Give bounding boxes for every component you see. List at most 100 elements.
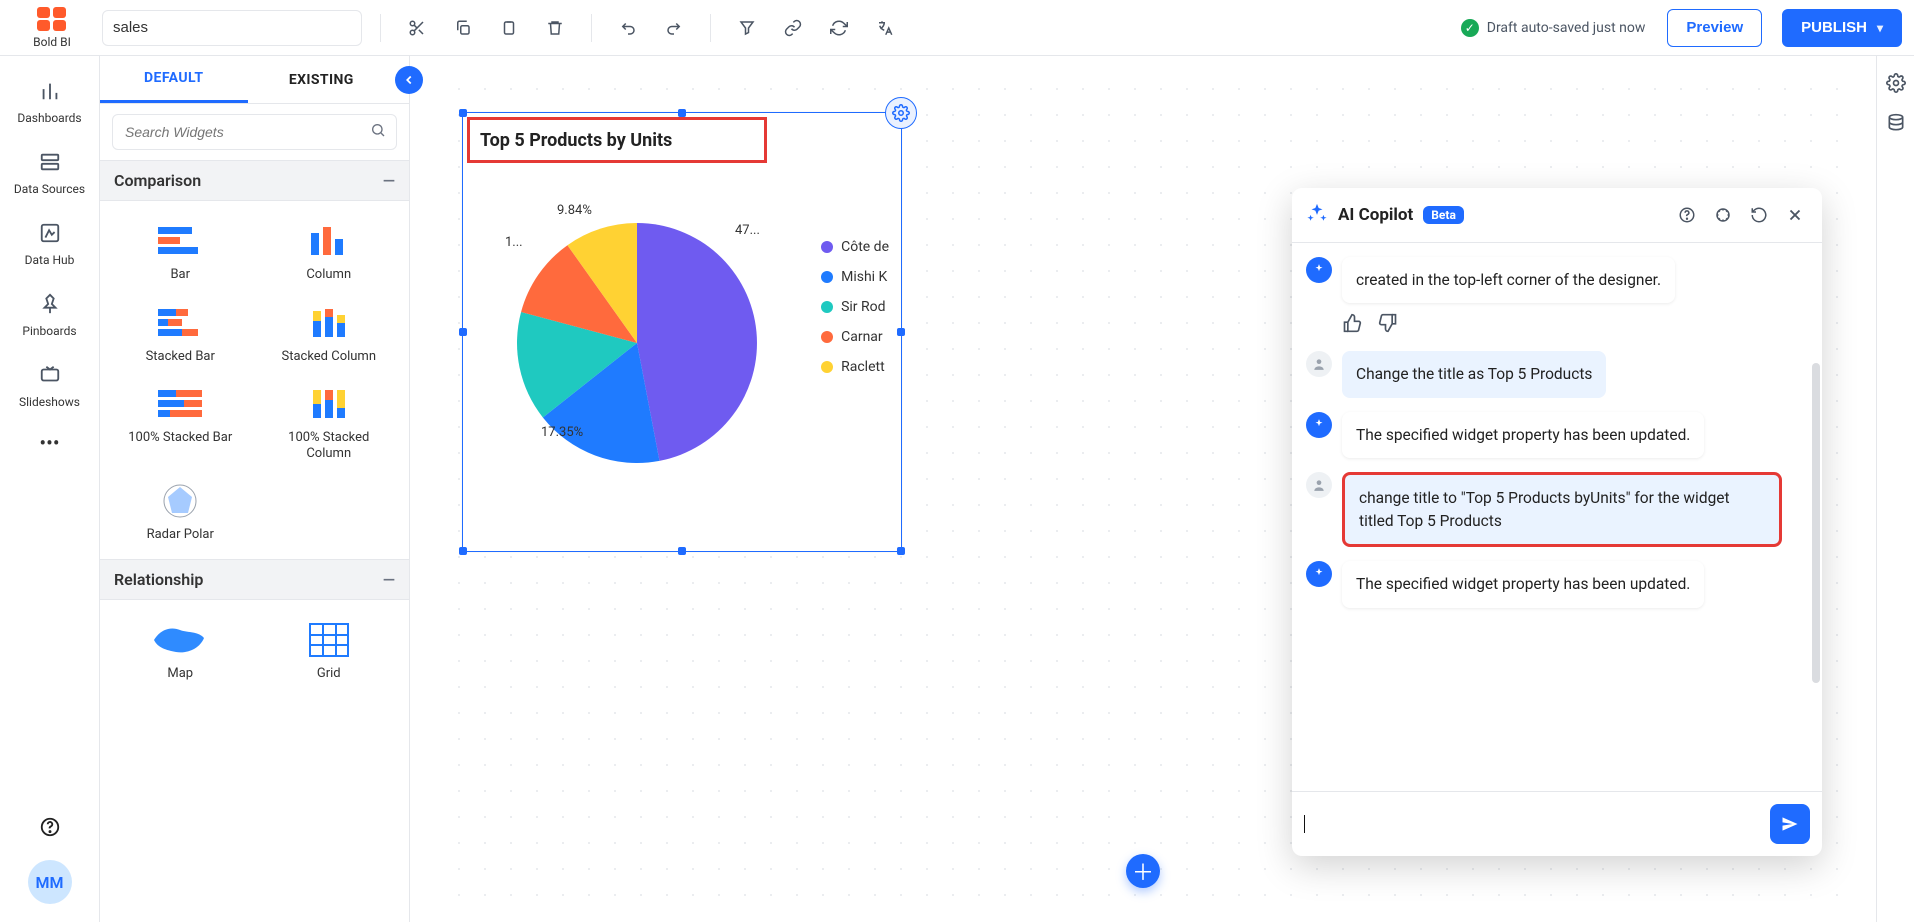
ai-copilot-panel: AI Copilot Beta created in the top-left … (1292, 188, 1822, 856)
publish-button[interactable]: PUBLISH ▾ (1782, 9, 1902, 47)
right-rail (1876, 56, 1914, 922)
widgets-panel: DEFAULT EXISTING Comparison — Ba (100, 56, 410, 922)
widget-settings-button[interactable] (885, 97, 917, 129)
bar-chart-icon (37, 80, 63, 105)
filter-button[interactable] (729, 10, 765, 46)
legend-label: Mishi K (841, 269, 887, 285)
widget-label: Stacked Bar (146, 349, 215, 365)
add-widget-fab[interactable]: ＋ (1126, 854, 1160, 888)
nav-pinboards[interactable]: Pinboards (0, 281, 99, 350)
copilot-reset-icon[interactable] (1746, 202, 1772, 228)
widget-stacked-bar[interactable]: Stacked Bar (110, 297, 251, 371)
nav-datasources[interactable]: Data Sources (0, 139, 99, 208)
hub-icon (37, 222, 63, 247)
copilot-close-icon[interactable] (1782, 202, 1808, 228)
translate-button[interactable] (867, 10, 903, 46)
ai-message: created in the top-left corner of the de… (1342, 257, 1675, 303)
preview-button[interactable]: Preview (1667, 9, 1762, 47)
bar-thumb-icon (152, 221, 208, 261)
collapse-panel-button[interactable] (395, 66, 423, 94)
redo-button[interactable] (656, 10, 692, 46)
group-relationship-header[interactable]: Relationship — (100, 559, 409, 600)
stacked-bar-thumb-icon (152, 303, 208, 343)
panel-scroll[interactable]: Comparison — Bar Column Stacked Bar (100, 160, 409, 922)
widget-stacked-column[interactable]: Stacked Column (259, 297, 400, 371)
canvas-wrap: Top 5 Products by Units 47... 9.84% 1...… (410, 56, 1876, 922)
copilot-text-input[interactable] (1315, 808, 1760, 841)
widget-column[interactable]: Column (259, 215, 400, 289)
nav-label: Slideshows (19, 395, 80, 409)
refresh-button[interactable] (821, 10, 857, 46)
widget-100-stacked-column[interactable]: 100% Stacked Column (259, 378, 400, 467)
group-comparison-items: Bar Column Stacked Bar Stacked Column (100, 201, 409, 559)
map-thumb-icon (152, 620, 208, 660)
save-status-text: Draft auto-saved just now (1487, 20, 1646, 36)
user-avatar[interactable]: MM (28, 860, 72, 904)
group-comparison-header[interactable]: Comparison — (100, 160, 409, 201)
copilot-send-button[interactable] (1770, 804, 1810, 844)
search-wrap (100, 104, 409, 160)
cut-button[interactable] (399, 10, 435, 46)
minus-icon: — (383, 171, 395, 190)
data-label: 17.35% (541, 425, 583, 440)
copilot-body[interactable]: created in the top-left corner of the de… (1292, 243, 1822, 791)
copy-button[interactable] (445, 10, 481, 46)
widget-bar[interactable]: Bar (110, 215, 251, 289)
app-root: Bold BI ✓ Draft auto-saved just now Prev… (0, 0, 1914, 922)
settings-icon[interactable] (1883, 70, 1909, 96)
widget-grid[interactable]: Grid (259, 614, 400, 688)
link-button[interactable] (775, 10, 811, 46)
widget-label: 100% Stacked Column (265, 430, 394, 461)
tab-default[interactable]: DEFAULT (100, 56, 248, 103)
resize-handle[interactable] (678, 109, 686, 117)
nav-datahub[interactable]: Data Hub (0, 210, 99, 279)
widget-title[interactable]: Top 5 Products by Units (467, 117, 767, 163)
delete-button[interactable] (537, 10, 573, 46)
search-input[interactable] (123, 123, 370, 141)
publish-label: PUBLISH (1801, 19, 1867, 36)
pie-legend: Côte de Mishi K Sir Rod Carnar Raclett (821, 239, 889, 375)
help-icon[interactable] (39, 816, 61, 842)
ai-message: The specified widget property has been u… (1342, 561, 1704, 607)
legend-swatch (821, 331, 833, 343)
legend-item: Mishi K (821, 269, 889, 285)
widget-map[interactable]: Map (110, 614, 251, 688)
save-status: ✓ Draft auto-saved just now (1461, 19, 1646, 37)
copilot-help-icon[interactable] (1674, 202, 1700, 228)
resize-handle[interactable] (897, 547, 905, 555)
pie-chart-widget[interactable]: Top 5 Products by Units 47... 9.84% 1...… (462, 112, 902, 552)
legend-item: Côte de (821, 239, 889, 255)
resize-handle[interactable] (897, 328, 905, 336)
copilot-scrollbar[interactable] (1812, 363, 1820, 683)
widget-label: 100% Stacked Bar (128, 430, 232, 446)
topbar: Bold BI ✓ Draft auto-saved just now Prev… (0, 0, 1914, 56)
thumbs-up-icon[interactable] (1342, 313, 1362, 337)
legend-item: Carnar (821, 329, 889, 345)
nav-dashboards[interactable]: Dashboards (0, 68, 99, 137)
nav-more[interactable]: ••• (39, 431, 59, 455)
tab-existing[interactable]: EXISTING (248, 58, 396, 102)
copilot-header: AI Copilot Beta (1292, 188, 1822, 243)
widget-label: Map (167, 666, 193, 682)
thumbs-down-icon[interactable] (1378, 313, 1398, 337)
search-widgets[interactable] (112, 114, 397, 150)
undo-button[interactable] (610, 10, 646, 46)
dashboard-title-input[interactable] (102, 10, 362, 46)
resize-handle[interactable] (459, 547, 467, 555)
resize-handle[interactable] (459, 109, 467, 117)
body: Dashboards Data Sources Data Hub Pinboar… (0, 56, 1914, 922)
stacked-column-thumb-icon (301, 303, 357, 343)
nav-label: Data Sources (14, 182, 85, 196)
copilot-settings-icon[interactable] (1710, 202, 1736, 228)
widget-radar-polar[interactable]: Radar Polar (110, 475, 251, 549)
resize-handle[interactable] (459, 328, 467, 336)
widget-100-stacked-bar[interactable]: 100% Stacked Bar (110, 378, 251, 467)
ai-message: The specified widget property has been u… (1342, 412, 1704, 458)
nav-slideshows[interactable]: Slideshows (0, 352, 99, 421)
resize-handle[interactable] (678, 547, 686, 555)
paste-button[interactable] (491, 10, 527, 46)
widget-label: Radar Polar (147, 527, 214, 543)
legend-swatch (821, 271, 833, 283)
database-icon[interactable] (1883, 110, 1909, 136)
text-caret (1304, 815, 1305, 833)
